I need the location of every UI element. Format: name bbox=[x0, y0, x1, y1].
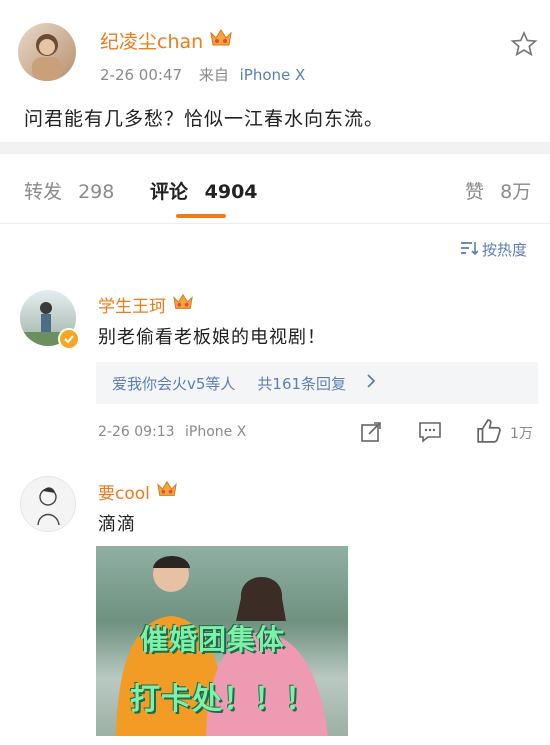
comment-text: 别老偷看老板娘的电视剧！ bbox=[98, 327, 326, 348]
favorite-star-icon[interactable] bbox=[510, 30, 538, 62]
share-icon[interactable] bbox=[360, 421, 382, 447]
post-author-avatar[interactable] bbox=[18, 23, 76, 81]
chevron-right-icon bbox=[366, 374, 376, 392]
comment-source: iPhone X bbox=[185, 424, 247, 440]
replies-users[interactable]: 爱我你会火v5等人 bbox=[112, 373, 235, 394]
replies-box[interactable]: 爱我你会火v5等人 共161条回复 bbox=[96, 362, 538, 404]
comment-text: 滴滴 bbox=[98, 514, 136, 535]
image-caption-line2: 打卡处！！！ bbox=[130, 682, 316, 717]
tab-repost[interactable]: 转发 298 bbox=[24, 177, 114, 204]
tab-active-indicator bbox=[176, 214, 226, 218]
crown-badge-icon bbox=[172, 292, 194, 316]
comment-author-name[interactable]: 要cool bbox=[98, 479, 150, 504]
image-caption-line1: 催婚团集体 bbox=[140, 623, 286, 656]
comment-author-row: 学生王珂 bbox=[98, 291, 194, 317]
person-icon bbox=[32, 34, 62, 81]
tab-comment-count: 4904 bbox=[204, 181, 258, 203]
tab-like-count: 8万 bbox=[500, 181, 532, 203]
tab-comment[interactable]: 评论 4904 bbox=[150, 177, 258, 204]
comment-meta: 2-26 09:13 iPhone X bbox=[98, 424, 246, 440]
tab-repost-count: 298 bbox=[78, 181, 115, 203]
tabs-divider bbox=[0, 223, 550, 224]
sort-icon bbox=[460, 240, 479, 260]
tab-comment-label: 评论 bbox=[150, 181, 189, 203]
tab-like-label: 赞 bbox=[465, 181, 485, 203]
person-sketch-icon bbox=[37, 487, 60, 526]
comment-image[interactable]: 催婚团集体 打卡处！！！ bbox=[96, 546, 348, 736]
tab-repost-label: 转发 bbox=[24, 181, 63, 203]
comment-time: 2-26 09:13 bbox=[98, 424, 175, 440]
tab-like[interactable]: 赞 8万 bbox=[465, 177, 531, 204]
post-source[interactable]: iPhone X bbox=[240, 66, 306, 84]
thumbs-up-icon bbox=[476, 418, 502, 448]
section-divider bbox=[0, 142, 550, 154]
post-author-name[interactable]: 纪凌尘chan bbox=[100, 27, 203, 54]
comment-author-row: 要cool bbox=[98, 478, 178, 504]
like-count: 1万 bbox=[510, 426, 533, 442]
replies-count[interactable]: 共161条回复 bbox=[257, 373, 346, 394]
crown-badge-icon bbox=[156, 479, 178, 503]
sort-by-heat[interactable]: 按热度 bbox=[460, 239, 527, 260]
post-time: 2-26 00:47 bbox=[100, 66, 183, 84]
post-content: 问君能有几多愁？恰似一江春水向东流。 bbox=[24, 108, 385, 130]
comment-author-name[interactable]: 学生王珂 bbox=[98, 292, 166, 317]
post-author-row: 纪凌尘chan bbox=[100, 26, 233, 54]
verified-badge-icon bbox=[58, 328, 80, 350]
like-button[interactable]: 1万 bbox=[476, 418, 533, 448]
comment-bubble-icon[interactable] bbox=[418, 421, 442, 447]
post-source-prefix: 来自 bbox=[198, 66, 229, 84]
comment-author-avatar[interactable] bbox=[20, 476, 76, 532]
post-meta: 2-26 00:47 来自 iPhone X bbox=[100, 64, 305, 85]
crown-badge-icon bbox=[209, 27, 233, 53]
sort-label: 按热度 bbox=[482, 241, 528, 259]
